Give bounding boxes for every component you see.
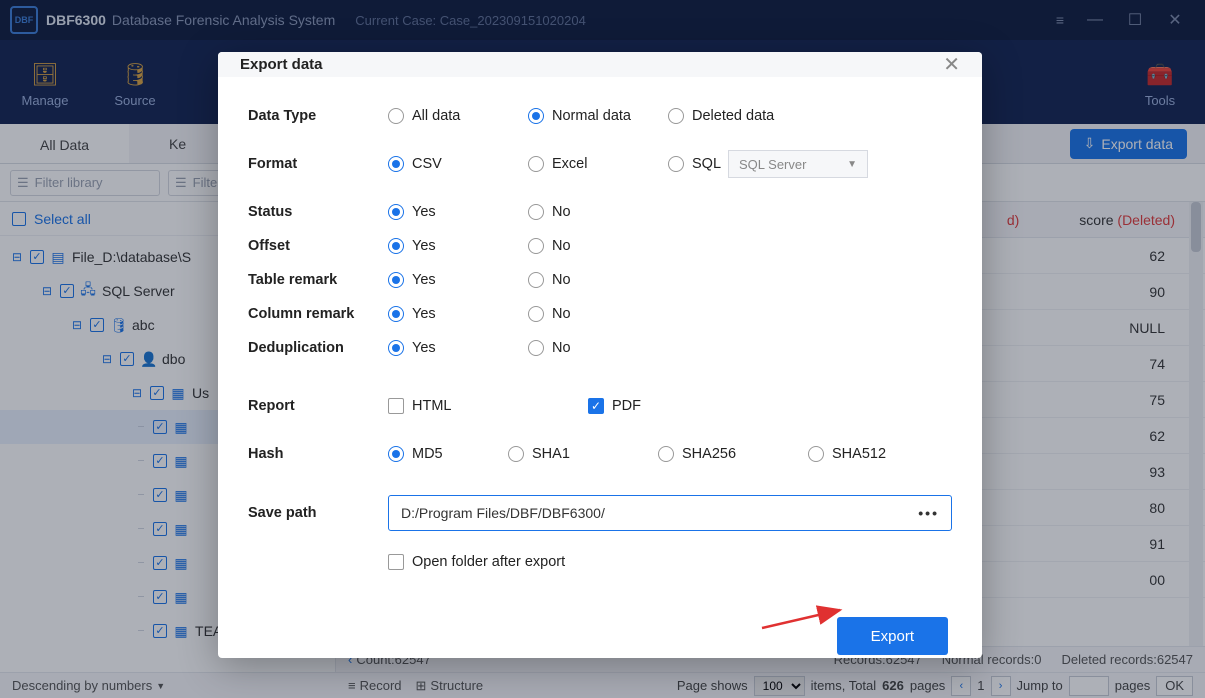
checkbox-icon — [588, 398, 604, 414]
radio-icon — [668, 156, 684, 172]
opt-dedup-no[interactable]: No — [528, 340, 668, 356]
label-table-remark: Table remark — [248, 272, 388, 288]
radio-icon — [388, 238, 404, 254]
export-button[interactable]: Export — [837, 617, 948, 655]
radio-icon — [388, 446, 404, 462]
radio-icon — [388, 108, 404, 124]
radio-icon — [528, 238, 544, 254]
opt-md5[interactable]: MD5 — [388, 446, 508, 462]
modal-title: Export data — [240, 56, 323, 73]
opt-dedup-yes[interactable]: Yes — [388, 340, 528, 356]
opt-tremark-yes[interactable]: Yes — [388, 272, 528, 288]
opt-html[interactable]: HTML — [388, 398, 588, 414]
opt-tremark-no[interactable]: No — [528, 272, 668, 288]
opt-offset-yes[interactable]: Yes — [388, 238, 528, 254]
radio-icon — [528, 156, 544, 172]
label-savepath: Save path — [248, 505, 388, 521]
browse-button[interactable]: ••• — [918, 505, 939, 521]
opt-csv[interactable]: CSV — [388, 150, 528, 178]
chevron-down-icon: ▼ — [847, 159, 857, 170]
label-column-remark: Column remark — [248, 306, 388, 322]
export-data-modal: Export data ✕ Data Type All data Normal … — [218, 52, 982, 658]
opt-normal-data[interactable]: Normal data — [528, 108, 668, 124]
save-path-value: D:/Program Files/DBF/DBF6300/ — [401, 505, 605, 521]
label-hash: Hash — [248, 446, 388, 462]
opt-offset-no[interactable]: No — [528, 238, 668, 254]
opt-deleted-data[interactable]: Deleted data — [668, 108, 808, 124]
label-status: Status — [248, 204, 388, 220]
label-format: Format — [248, 156, 388, 172]
modal-header: Export data ✕ — [218, 52, 982, 77]
radio-icon — [388, 156, 404, 172]
opt-all-data[interactable]: All data — [388, 108, 528, 124]
radio-icon — [508, 446, 524, 462]
radio-icon — [388, 306, 404, 322]
radio-icon — [658, 446, 674, 462]
open-folder-checkbox[interactable]: Open folder after export — [388, 554, 565, 570]
opt-pdf[interactable]: PDF — [588, 398, 728, 414]
save-path-input[interactable]: D:/Program Files/DBF/DBF6300/ ••• — [388, 495, 952, 531]
opt-status-yes[interactable]: Yes — [388, 204, 528, 220]
opt-sql[interactable]: SQL — [668, 150, 728, 178]
radio-icon — [808, 446, 824, 462]
opt-cremark-no[interactable]: No — [528, 306, 668, 322]
radio-icon — [528, 108, 544, 124]
radio-icon — [528, 306, 544, 322]
opt-sha1[interactable]: SHA1 — [508, 446, 658, 462]
radio-icon — [388, 272, 404, 288]
checkbox-icon — [388, 554, 404, 570]
label-report: Report — [248, 398, 388, 414]
label-dedup: Deduplication — [248, 340, 388, 356]
radio-icon — [388, 204, 404, 220]
opt-status-no[interactable]: No — [528, 204, 668, 220]
sql-type-select[interactable]: SQL Server▼ — [728, 150, 868, 178]
radio-icon — [388, 340, 404, 356]
radio-icon — [528, 340, 544, 356]
radio-icon — [528, 204, 544, 220]
opt-cremark-yes[interactable]: Yes — [388, 306, 528, 322]
label-datatype: Data Type — [248, 108, 388, 124]
opt-excel[interactable]: Excel — [528, 150, 668, 178]
opt-sha256[interactable]: SHA256 — [658, 446, 808, 462]
radio-icon — [528, 272, 544, 288]
modal-body: Data Type All data Normal data Deleted d… — [218, 77, 982, 677]
checkbox-icon — [388, 398, 404, 414]
radio-icon — [668, 108, 684, 124]
opt-sha512[interactable]: SHA512 — [808, 446, 948, 462]
label-offset: Offset — [248, 238, 388, 254]
modal-close-button[interactable]: ✕ — [943, 52, 960, 77]
